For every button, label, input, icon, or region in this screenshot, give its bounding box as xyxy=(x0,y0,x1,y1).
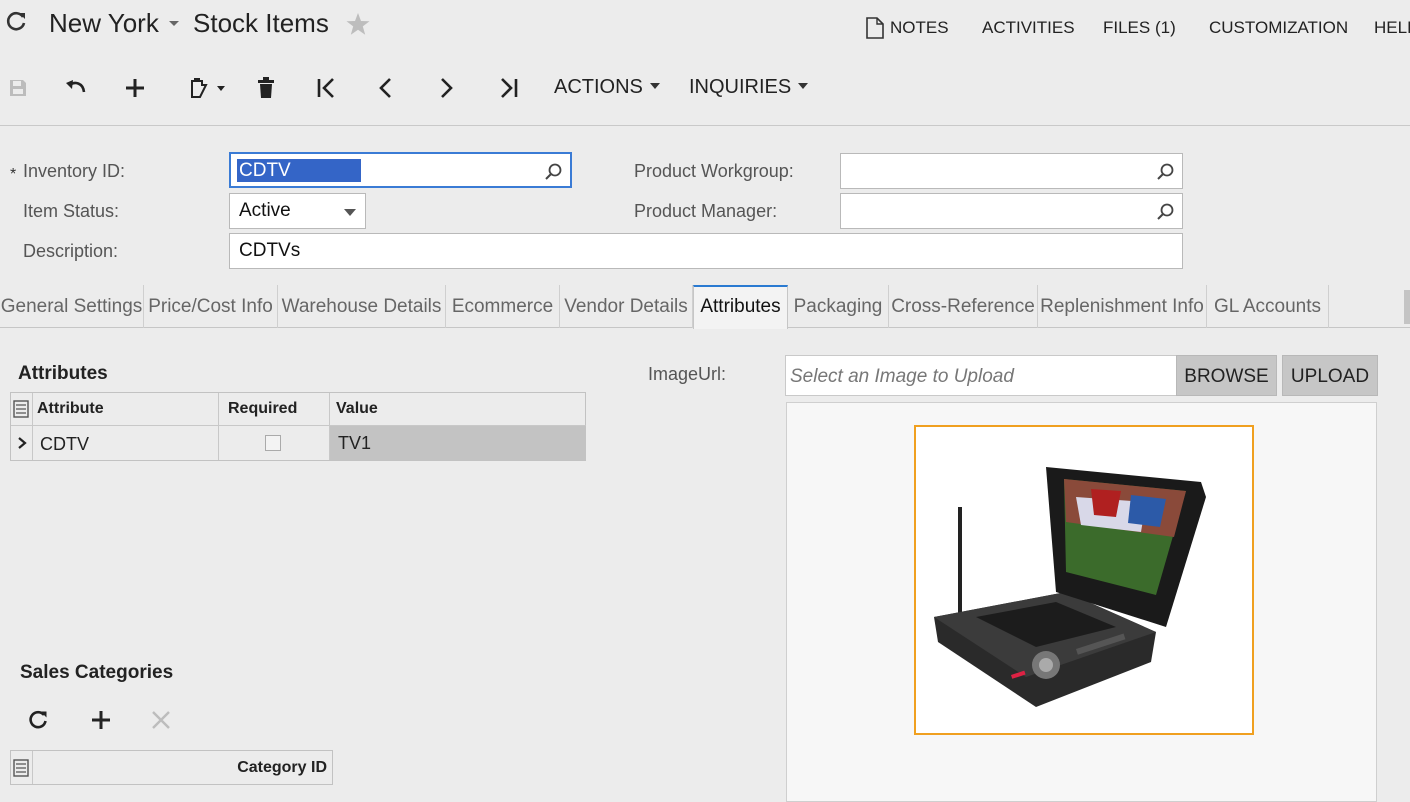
item-status-value: Active xyxy=(239,200,291,221)
favorite-star-icon[interactable] xyxy=(345,11,371,37)
chevron-down-icon xyxy=(344,209,356,216)
previous-record-button[interactable] xyxy=(368,62,404,114)
tab-warehouse-details[interactable]: Warehouse Details xyxy=(278,285,446,328)
attribute-cell[interactable]: CDTV xyxy=(33,426,219,460)
item-status-select[interactable]: Active xyxy=(229,193,366,229)
delete-category-button[interactable] xyxy=(146,705,176,735)
refresh-icon[interactable] xyxy=(4,10,28,34)
chevron-down-icon xyxy=(649,82,660,89)
chevron-left-icon xyxy=(379,78,391,98)
toolbar: ACTIONS INQUIRIES xyxy=(0,62,1410,114)
trash-icon xyxy=(258,77,274,98)
delete-button[interactable] xyxy=(248,62,284,114)
plus-icon xyxy=(126,79,144,97)
search-icon[interactable] xyxy=(1156,202,1176,222)
grid-settings-cell[interactable] xyxy=(11,751,33,784)
add-category-button[interactable] xyxy=(86,705,116,735)
chevron-right-icon xyxy=(18,437,27,449)
tab-attributes[interactable]: Attributes xyxy=(693,285,788,329)
required-checkbox[interactable] xyxy=(265,435,281,451)
tab-packaging[interactable]: Packaging xyxy=(788,285,889,328)
inquiries-menu-label: INQUIRIES xyxy=(689,76,792,98)
first-record-button[interactable] xyxy=(309,62,345,114)
column-header-attribute[interactable]: Attribute xyxy=(33,393,219,426)
actions-menu[interactable]: ACTIONS xyxy=(554,76,660,99)
undo-button[interactable] xyxy=(57,62,93,114)
product-workgroup-label: Product Workgroup: xyxy=(634,161,794,181)
help-link[interactable]: HELP xyxy=(1374,18,1410,38)
required-marker: * xyxy=(10,166,17,183)
sales-categories-title: Sales Categories xyxy=(20,662,174,683)
tab-gl-accounts[interactable]: GL Accounts xyxy=(1207,285,1329,328)
attributes-grid: Attribute Required Value CDTV TV1 xyxy=(10,392,586,461)
refresh-button[interactable] xyxy=(23,705,53,735)
inventory-id-field[interactable]: CDTV xyxy=(229,152,572,188)
last-record-button[interactable] xyxy=(490,62,526,114)
note-icon[interactable] xyxy=(865,16,885,40)
inquiries-menu[interactable]: INQUIRIES xyxy=(689,76,809,99)
tab-price-cost-info[interactable]: Price/Cost Info xyxy=(144,285,278,328)
actions-menu-label: ACTIONS xyxy=(554,76,643,98)
product-manager-label: Product Manager: xyxy=(634,201,778,221)
product-image[interactable] xyxy=(914,425,1254,735)
undo-icon xyxy=(66,80,86,93)
tab-cross-reference[interactable]: Cross-Reference xyxy=(889,285,1038,328)
image-url-placeholder: Select an Image to Upload xyxy=(790,366,1014,387)
page-header: New York Stock Items NOTES ACTIVITIES FI… xyxy=(0,0,1410,126)
grid-settings-icon xyxy=(13,759,29,777)
tab-strip: General Settings Price/Cost Info Warehou… xyxy=(0,285,1410,329)
portable-dvd-player-image xyxy=(934,467,1206,707)
upload-button[interactable]: UPLOAD xyxy=(1282,355,1378,396)
search-icon[interactable] xyxy=(544,162,564,182)
files-link[interactable]: FILES (1) xyxy=(1103,18,1176,38)
tab-ecommerce[interactable]: Ecommerce xyxy=(446,285,560,328)
clipboard-icon xyxy=(191,78,225,98)
required-cell xyxy=(219,426,330,460)
add-button[interactable] xyxy=(117,62,153,114)
inventory-id-label: Inventory ID: xyxy=(23,161,126,181)
chevron-down-icon xyxy=(798,82,809,89)
column-header-category-id[interactable]: Category ID xyxy=(33,751,333,784)
activities-link[interactable]: ACTIVITIES xyxy=(982,18,1075,38)
product-workgroup-field[interactable] xyxy=(840,153,1183,189)
page-title: Stock Items xyxy=(193,8,329,38)
chevron-down-icon[interactable] xyxy=(166,12,182,32)
description-field[interactable]: CDTVs xyxy=(229,233,1183,269)
image-url-input[interactable]: Select an Image to Upload xyxy=(785,355,1177,396)
item-status-label: Item Status: xyxy=(23,201,120,221)
tab-general-settings[interactable]: General Settings xyxy=(0,285,144,328)
save-button[interactable] xyxy=(0,62,36,114)
product-manager-field[interactable] xyxy=(840,193,1183,229)
refresh-icon xyxy=(29,710,47,729)
last-icon xyxy=(501,78,518,98)
browse-button[interactable]: BROWSE xyxy=(1176,355,1277,396)
plus-icon xyxy=(92,711,110,729)
customization-link[interactable]: CUSTOMIZATION xyxy=(1209,18,1348,38)
save-icon xyxy=(10,80,26,96)
copy-paste-button[interactable] xyxy=(181,62,229,114)
chevron-right-icon xyxy=(441,78,453,98)
description-label: Description: xyxy=(23,241,119,261)
value-cell[interactable]: TV1 xyxy=(330,426,586,460)
close-icon xyxy=(152,711,170,729)
tab-replenishment-info[interactable]: Replenishment Info xyxy=(1038,285,1207,328)
attributes-section-title: Attributes xyxy=(18,363,108,384)
row-selector[interactable] xyxy=(11,426,33,460)
image-url-label: ImageUrl: xyxy=(648,364,727,384)
tab-scroll-handle[interactable] xyxy=(1404,290,1410,324)
title-row: New York Stock Items NOTES ACTIVITIES FI… xyxy=(0,0,1410,52)
first-icon xyxy=(317,78,334,98)
description-value: CDTVs xyxy=(239,240,301,261)
column-header-required[interactable]: Required xyxy=(219,393,330,426)
notes-link[interactable]: NOTES xyxy=(890,18,949,38)
grid-settings-icon xyxy=(13,400,29,418)
grid-settings-cell[interactable] xyxy=(11,393,33,426)
next-record-button[interactable] xyxy=(428,62,464,114)
tab-vendor-details[interactable]: Vendor Details xyxy=(560,285,693,328)
search-icon[interactable] xyxy=(1156,162,1176,182)
sales-categories-grid: Category ID xyxy=(10,750,333,785)
column-header-value[interactable]: Value xyxy=(330,393,586,426)
inventory-id-value: CDTV xyxy=(237,159,361,182)
company-selector[interactable]: New York xyxy=(49,8,159,39)
